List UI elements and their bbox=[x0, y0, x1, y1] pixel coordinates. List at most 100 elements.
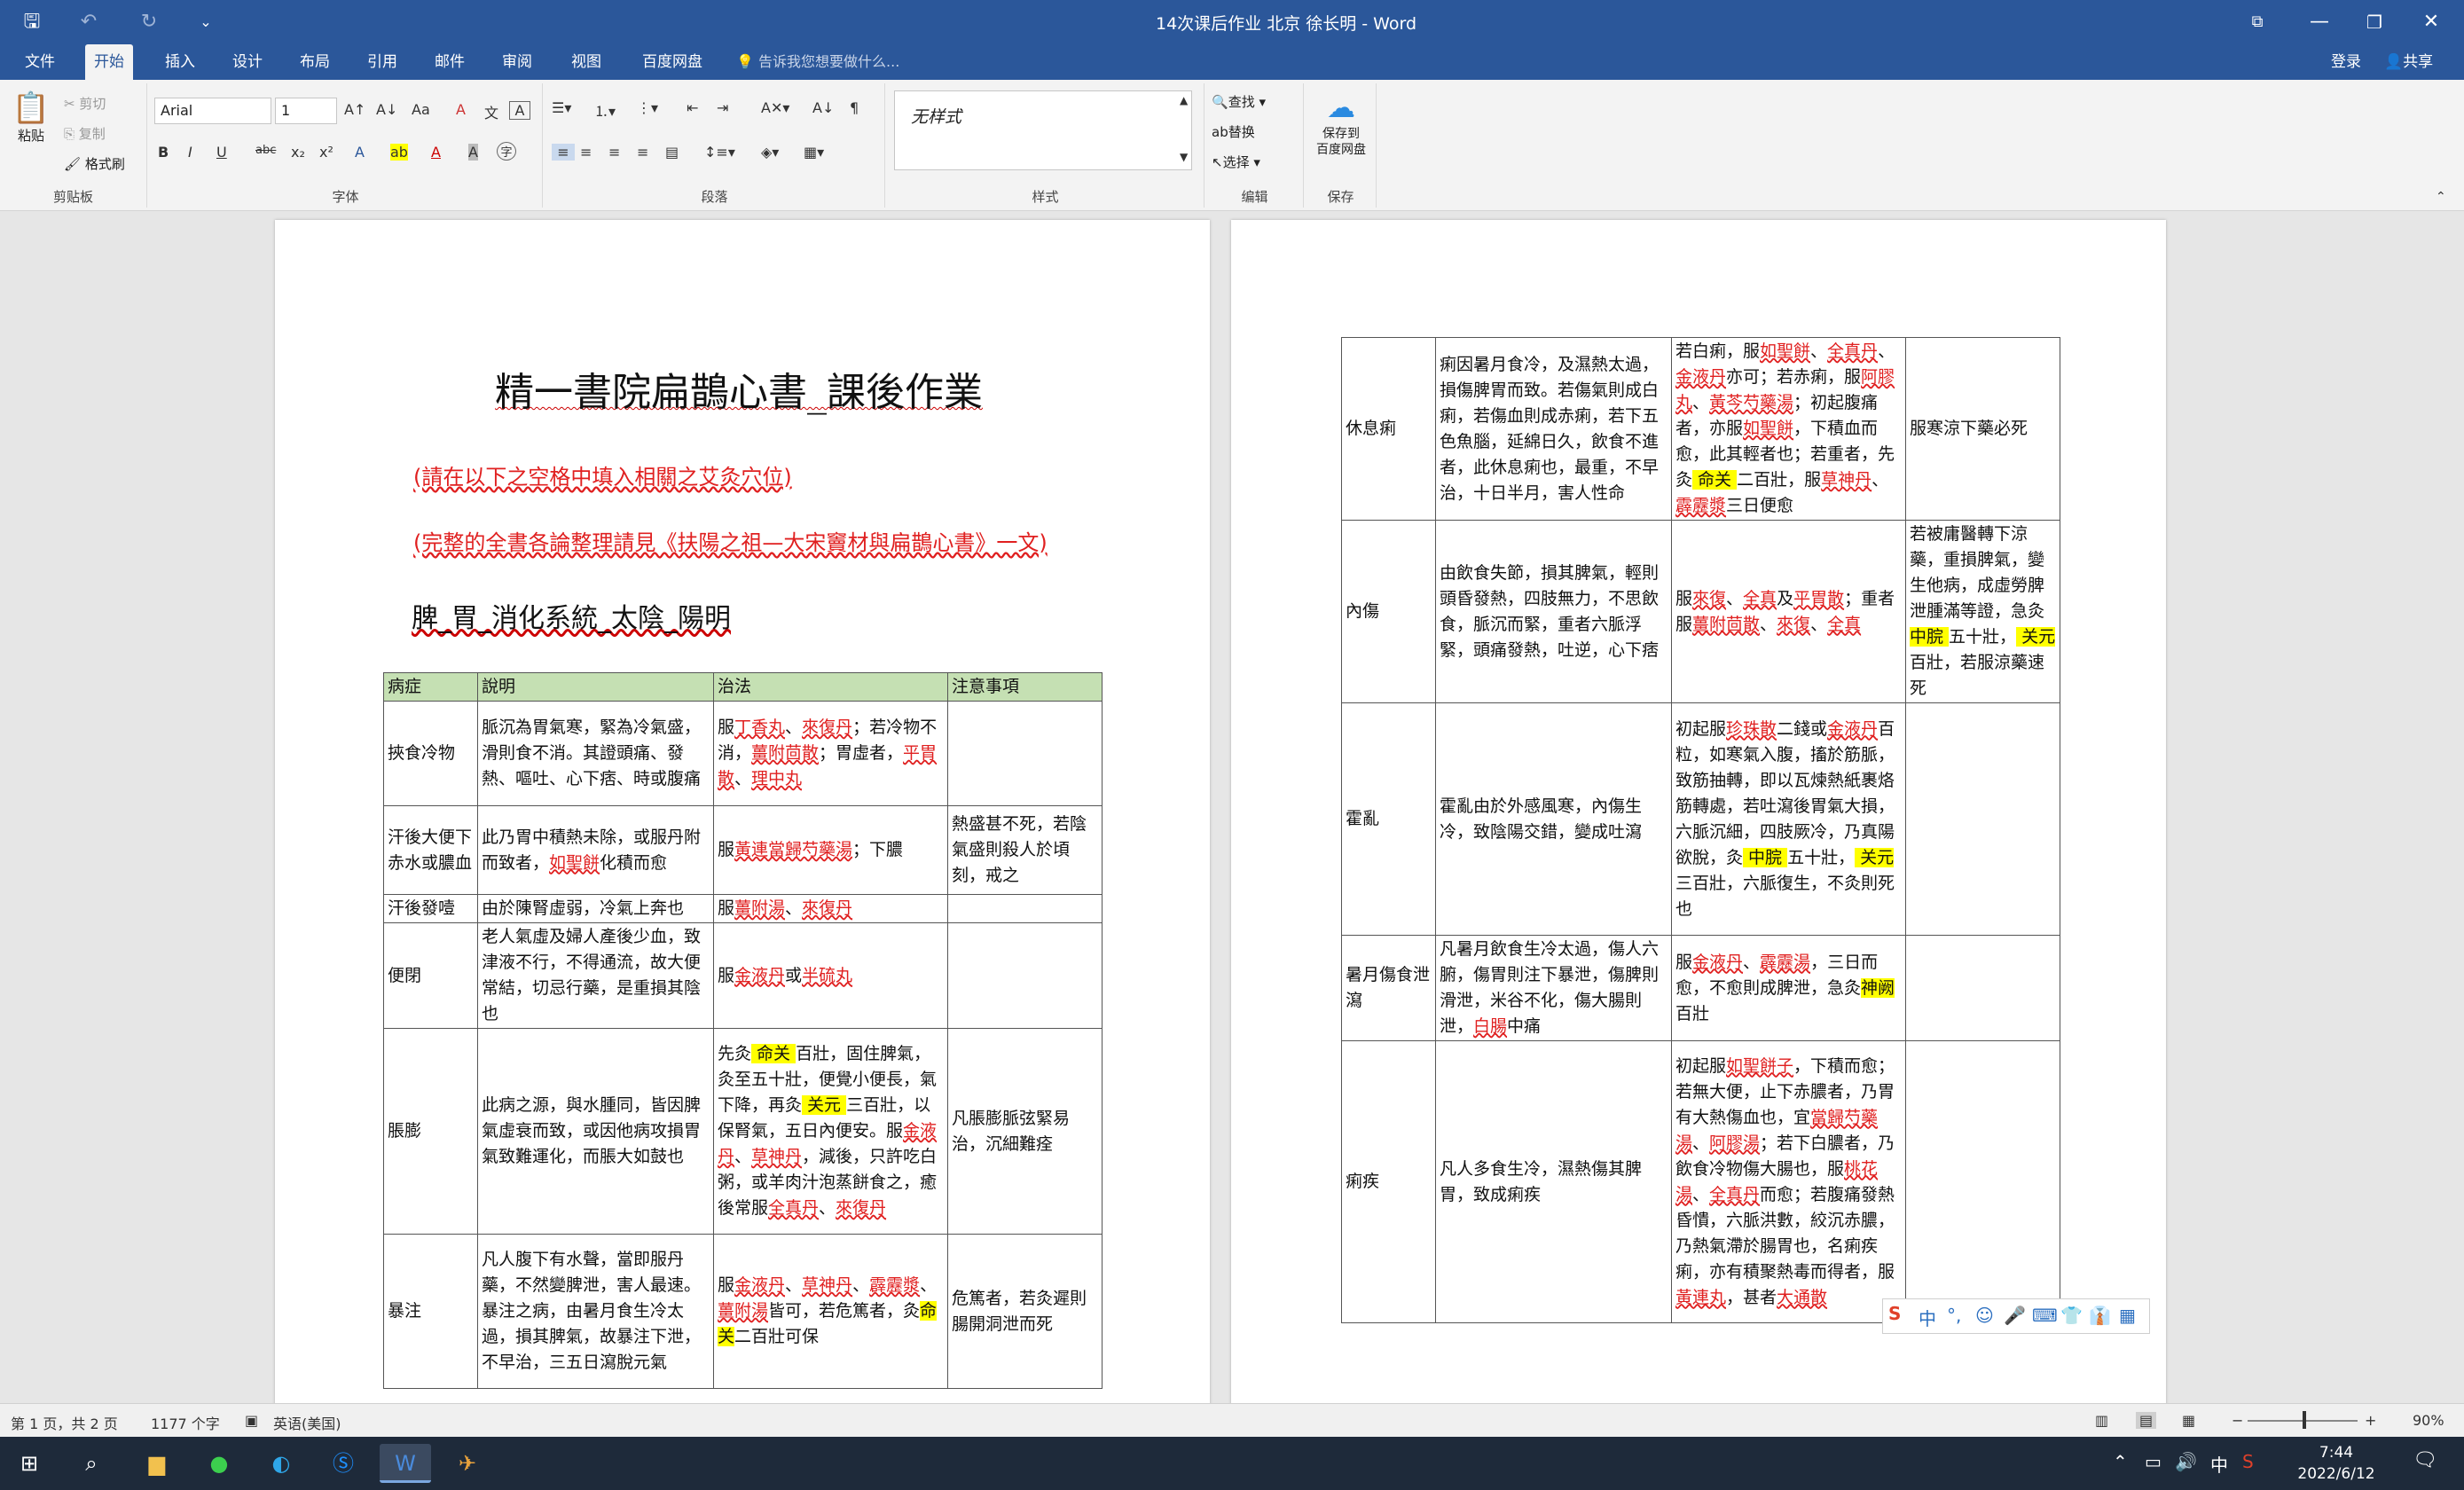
tray-overflow-icon[interactable]: ⌃ bbox=[2113, 1451, 2128, 1472]
ime-lang-toggle[interactable]: 中 bbox=[1919, 1305, 1936, 1330]
toolbox-icon[interactable]: 👔 bbox=[2089, 1305, 2111, 1326]
word-taskbar-icon[interactable]: W bbox=[380, 1444, 431, 1483]
tell-me-box[interactable]: 💡 告诉我您想要做什么... bbox=[736, 44, 899, 80]
tab-references[interactable]: 引用 bbox=[358, 44, 406, 80]
wechat-icon[interactable]: ● bbox=[193, 1444, 245, 1483]
edge-icon[interactable]: ◐ bbox=[255, 1444, 307, 1483]
keyboard-icon[interactable]: ⌨ bbox=[2032, 1305, 2058, 1326]
save-icon[interactable]: 🖫 bbox=[12, 7, 51, 37]
asian-layout-icon[interactable]: A✕▾ bbox=[761, 99, 789, 116]
skin-icon[interactable]: 👕 bbox=[2060, 1305, 2083, 1326]
font-name-select[interactable]: Arial bbox=[154, 98, 271, 124]
emoji-icon[interactable]: ☺ bbox=[1975, 1305, 1994, 1326]
collapse-ribbon-icon[interactable]: ⌃ bbox=[2436, 190, 2446, 204]
notification-icon[interactable]: 🗨 bbox=[2413, 1449, 2437, 1471]
ime-indicator[interactable]: 中 bbox=[2210, 1451, 2228, 1477]
replace-button[interactable]: ab替换 bbox=[1212, 122, 1255, 141]
format-painter-button[interactable]: 🖌 格式刷 bbox=[64, 154, 125, 173]
file-explorer-icon[interactable]: ▆ bbox=[131, 1444, 183, 1483]
cut-button[interactable]: ✂ 剪切 bbox=[64, 94, 106, 113]
superscript-icon[interactable]: x² bbox=[319, 144, 334, 161]
close-icon[interactable]: ✕ bbox=[2400, 0, 2462, 44]
char-shading-icon[interactable]: A bbox=[468, 144, 478, 161]
read-mode-icon[interactable]: ▥ bbox=[2095, 1412, 2108, 1429]
tab-insert[interactable]: 插入 bbox=[156, 44, 204, 80]
tab-design[interactable]: 设计 bbox=[224, 44, 271, 80]
strikethrough-icon[interactable]: abc bbox=[255, 144, 276, 157]
sogou-browser-icon[interactable]: Ⓢ bbox=[318, 1444, 369, 1483]
find-button[interactable]: 🔍查找 ▾ bbox=[1212, 92, 1266, 111]
align-right-icon[interactable]: ≡ bbox=[608, 144, 620, 161]
ime-toolbar[interactable]: S 中 °, ☺ 🎤 ⌨ 👕 👔 ▦ bbox=[1882, 1298, 2150, 1334]
line-spacing-icon[interactable]: ↕≡▾ bbox=[704, 144, 735, 161]
undo-icon[interactable]: ↶ bbox=[69, 7, 108, 37]
text-effects-icon[interactable]: A bbox=[355, 144, 365, 161]
phonetic-guide-icon[interactable]: 文 bbox=[484, 101, 498, 122]
customize-quick-access-icon[interactable]: ⌄ bbox=[186, 7, 225, 37]
multilevel-list-icon[interactable]: ⋮▾ bbox=[637, 99, 658, 116]
style-no-spacing[interactable]: 无样式 bbox=[911, 104, 961, 128]
underline-icon[interactable]: U bbox=[216, 144, 227, 161]
web-layout-icon[interactable]: ▦ bbox=[2182, 1412, 2195, 1429]
login-button[interactable]: 登录 bbox=[2331, 44, 2361, 80]
tab-layout[interactable]: 布局 bbox=[291, 44, 339, 80]
shrink-font-icon[interactable]: A↓ bbox=[376, 101, 397, 118]
menu-grid-icon[interactable]: ▦ bbox=[2119, 1305, 2136, 1326]
gallery-scroll-up-icon[interactable]: ▲ bbox=[1180, 94, 1188, 106]
tab-mailings[interactable]: 邮件 bbox=[426, 44, 474, 80]
font-color-icon[interactable]: A bbox=[431, 144, 441, 161]
proofing-icon[interactable]: ▣ bbox=[245, 1412, 258, 1429]
pinned-app-icon[interactable]: ✈ bbox=[442, 1444, 493, 1483]
increase-indent-icon[interactable]: ⇥ bbox=[717, 99, 728, 116]
sort-icon[interactable]: A↓ bbox=[812, 99, 834, 116]
tab-file[interactable]: 文件 bbox=[16, 44, 64, 80]
save-to-baidu-button[interactable]: ☁ 保存到 百度网盘 bbox=[1309, 89, 1373, 158]
show-marks-icon[interactable]: ¶ bbox=[850, 99, 859, 116]
char-border-icon[interactable]: A bbox=[509, 101, 530, 120]
change-case-icon[interactable]: Aa bbox=[412, 101, 430, 118]
sogou-tray-icon[interactable]: S bbox=[2242, 1451, 2254, 1472]
grow-font-icon[interactable]: A↑ bbox=[344, 101, 365, 118]
bullets-icon[interactable]: ☰▾ bbox=[552, 99, 571, 116]
voice-icon[interactable]: 🎤 bbox=[2004, 1305, 2026, 1326]
tab-home[interactable]: 开始 bbox=[85, 44, 133, 80]
minimize-icon[interactable]: — bbox=[2288, 0, 2350, 44]
italic-icon[interactable]: I bbox=[188, 144, 192, 161]
language-indicator[interactable]: 英语(美国) bbox=[273, 1412, 341, 1433]
restore-icon[interactable]: ❐ bbox=[2343, 0, 2405, 44]
clear-format-icon[interactable]: A bbox=[456, 101, 466, 118]
font-size-select[interactable]: 1 bbox=[275, 98, 337, 124]
zoom-slider-thumb[interactable] bbox=[2303, 1411, 2306, 1429]
volume-icon[interactable]: 🔊 bbox=[2175, 1451, 2197, 1472]
shading-icon[interactable]: ◈▾ bbox=[761, 144, 779, 161]
search-icon[interactable]: ⌕ bbox=[66, 1444, 117, 1483]
numbering-icon[interactable]: ⒈▾ bbox=[594, 99, 616, 121]
center-icon[interactable]: ≡ bbox=[580, 144, 592, 161]
borders-icon[interactable]: ▦▾ bbox=[804, 144, 824, 161]
zoom-out-icon[interactable]: − bbox=[2232, 1412, 2243, 1429]
windows-start-icon[interactable]: ⊞ bbox=[4, 1444, 55, 1483]
redo-icon[interactable]: ↻ bbox=[129, 7, 169, 37]
select-button[interactable]: ↖选择 ▾ bbox=[1212, 153, 1260, 171]
align-left-icon[interactable]: ≡ bbox=[552, 144, 575, 161]
paste-button[interactable]: 📋 粘贴 bbox=[11, 90, 51, 145]
page-count[interactable]: 第 1 页，共 2 页 bbox=[11, 1412, 118, 1433]
tab-review[interactable]: 审阅 bbox=[493, 44, 541, 80]
tab-view[interactable]: 视图 bbox=[562, 44, 610, 80]
sogou-icon[interactable]: S bbox=[1888, 1303, 1901, 1324]
decrease-indent-icon[interactable]: ⇤ bbox=[687, 99, 698, 116]
print-layout-icon[interactable]: ▤ bbox=[2136, 1412, 2157, 1429]
style-gallery[interactable]: 无样式 bbox=[894, 90, 1192, 170]
highlight-icon[interactable]: ab bbox=[390, 144, 408, 161]
bold-icon[interactable]: B bbox=[158, 144, 169, 161]
justify-icon[interactable]: ≡ bbox=[637, 144, 648, 161]
clock[interactable]: 7:44 2022/6/12 bbox=[2283, 1442, 2389, 1485]
gallery-more-icon[interactable]: ▼ bbox=[1180, 151, 1188, 163]
distributed-icon[interactable]: ▤ bbox=[665, 144, 679, 161]
ribbon-display-options-icon[interactable]: ⧉ bbox=[2226, 0, 2288, 44]
enclose-char-icon[interactable]: 字 bbox=[497, 142, 516, 161]
share-button[interactable]: 👤共享 bbox=[2384, 44, 2433, 80]
tab-baidu-netdisk[interactable]: 百度网盘 bbox=[633, 44, 711, 80]
punctuation-icon[interactable]: °, bbox=[1947, 1305, 1961, 1326]
network-icon[interactable]: ▭ bbox=[2145, 1451, 2162, 1472]
